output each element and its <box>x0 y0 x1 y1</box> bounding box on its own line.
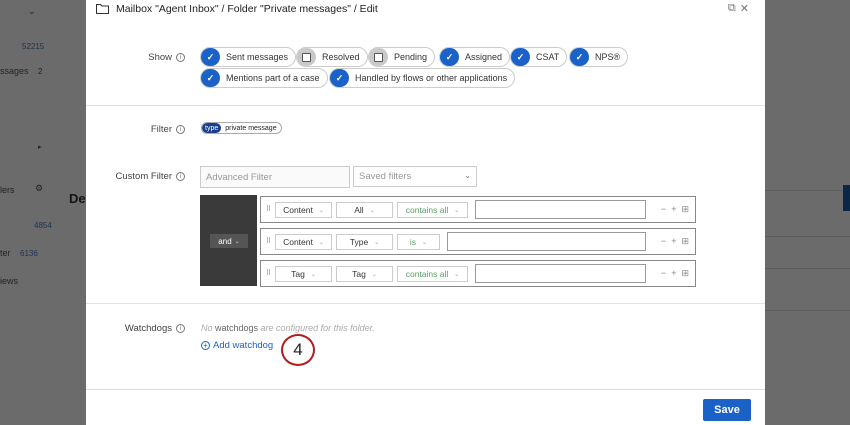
footer-divider <box>86 389 765 390</box>
info-icon[interactable]: i <box>176 172 185 181</box>
condition-scope-select[interactable]: Tag ⌄ <box>336 266 393 282</box>
group-condition-icon[interactable]: ⊞ <box>681 204 689 215</box>
group-condition-icon[interactable]: ⊞ <box>681 268 689 279</box>
advanced-filter-input[interactable]: Advanced Filter <box>200 166 350 188</box>
modal-header: Mailbox "Agent Inbox" / Folder "Private … <box>86 0 765 20</box>
remove-condition-icon[interactable]: − <box>661 236 666 247</box>
checkbox-checked-icon <box>201 69 220 87</box>
divider <box>86 105 765 106</box>
toggle-nps[interactable]: NPS® <box>569 47 629 67</box>
condition-value-input[interactable] <box>475 264 646 283</box>
chevron-down-icon: ⌄ <box>464 171 471 180</box>
filter-label: Filter i <box>151 124 185 135</box>
filter-tag[interactable]: type private message <box>201 122 282 134</box>
toggle-pending[interactable]: Pending <box>368 47 436 67</box>
condition-row: ⠿ Content ⌄ All ⌄ contains all ⌄ − + ⊞ <box>260 196 696 223</box>
toggle-mentions-part-of-case[interactable]: Mentions part of a case <box>200 68 328 88</box>
condition-value-input[interactable] <box>475 200 646 219</box>
save-button[interactable]: Save <box>703 399 751 421</box>
filter-tag-value: private message <box>225 124 277 132</box>
operator-select[interactable]: and ⌄ <box>210 234 248 248</box>
show-label: Show i <box>148 52 185 63</box>
remove-condition-icon[interactable]: − <box>661 268 666 279</box>
close-icon[interactable]: ✕ <box>740 2 749 15</box>
group-condition-icon[interactable]: ⊞ <box>681 236 689 247</box>
plus-circle-icon: + <box>201 341 210 350</box>
checkbox-checked-icon <box>511 48 530 66</box>
toggle-resolved[interactable]: Resolved <box>296 47 368 67</box>
add-condition-icon[interactable]: + <box>671 268 676 279</box>
condition-operator-select[interactable]: is ⌄ <box>397 234 440 250</box>
watchdogs-label: Watchdogs i <box>125 323 185 334</box>
condition-operator-select[interactable]: contains all ⌄ <box>397 266 468 282</box>
condition-row: ⠿ Content ⌄ Type ⌄ is ⌄ − + ⊞ <box>260 228 696 255</box>
info-icon[interactable]: i <box>176 125 185 134</box>
condition-field-select[interactable]: Tag ⌄ <box>275 266 332 282</box>
divider <box>86 303 765 304</box>
condition-scope-select[interactable]: All ⌄ <box>336 202 393 218</box>
toggle-sent-messages[interactable]: Sent messages <box>200 47 297 67</box>
checkbox-checked-icon <box>330 69 349 87</box>
condition-field-select[interactable]: Content ⌄ <box>275 234 332 250</box>
toggle-assigned[interactable]: Assigned <box>439 47 511 67</box>
info-icon[interactable]: i <box>176 324 185 333</box>
checkbox-checked-icon <box>440 48 459 66</box>
condition-value-input[interactable] <box>447 232 646 251</box>
checkbox-unchecked-icon <box>297 48 316 66</box>
step-number-marker: 4 <box>281 334 315 366</box>
open-external-icon[interactable]: ⧉ <box>728 2 736 15</box>
drag-handle-icon[interactable]: ⠿ <box>266 237 271 245</box>
folder-icon <box>96 4 109 14</box>
toggle-handled-by-flows[interactable]: Handled by flows or other applications <box>329 68 516 88</box>
checkbox-checked-icon <box>201 48 220 66</box>
custom-filter-label: Custom Filter i <box>116 171 185 182</box>
saved-filters-select[interactable]: Saved filters ⌄ <box>353 166 477 187</box>
modal-title: Mailbox "Agent Inbox" / Folder "Private … <box>116 3 378 15</box>
condition-scope-select[interactable]: Type ⌄ <box>336 234 393 250</box>
condition-row: ⠿ Tag ⌄ Tag ⌄ contains all ⌄ − + ⊞ <box>260 260 696 287</box>
drag-handle-icon[interactable]: ⠿ <box>266 205 271 213</box>
add-watchdog-link[interactable]: + Add watchdog <box>201 340 273 351</box>
chevron-down-icon: ⌄ <box>234 238 240 245</box>
condition-operator-select[interactable]: contains all ⌄ <box>397 202 468 218</box>
drag-handle-icon[interactable]: ⠿ <box>266 269 271 277</box>
edit-folder-modal: Mailbox "Agent Inbox" / Folder "Private … <box>86 0 765 425</box>
info-icon[interactable]: i <box>176 53 185 62</box>
add-condition-icon[interactable]: + <box>671 204 676 215</box>
watchdogs-empty-message: No watchdogs are configured for this fol… <box>201 323 375 333</box>
remove-condition-icon[interactable]: − <box>661 204 666 215</box>
condition-field-select[interactable]: Content ⌄ <box>275 202 332 218</box>
toggle-csat[interactable]: CSAT <box>510 47 568 67</box>
checkbox-unchecked-icon <box>369 48 388 66</box>
condition-group: and ⌄ <box>200 195 257 286</box>
add-condition-icon[interactable]: + <box>671 236 676 247</box>
checkbox-checked-icon <box>570 48 589 66</box>
filter-tag-type: type <box>202 123 222 133</box>
